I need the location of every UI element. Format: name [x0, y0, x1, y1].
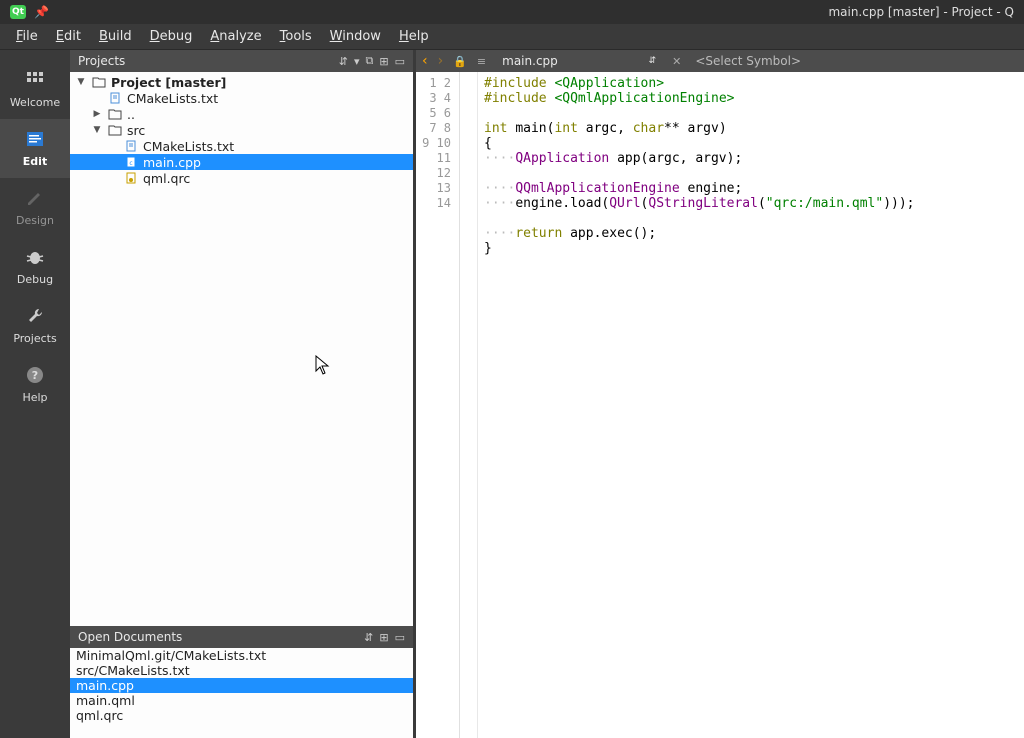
tree-src[interactable]: ▼ src: [70, 122, 413, 138]
nav-forward-icon[interactable]: ›: [436, 53, 446, 69]
lock-icon[interactable]: 🔒: [451, 55, 469, 68]
menu-edit[interactable]: Edit: [48, 25, 89, 48]
menubar: File Edit Build Debug Analyze Tools Wind…: [0, 24, 1024, 50]
link-icon[interactable]: ⧉: [366, 54, 374, 68]
collapse-icon[interactable]: ▭: [395, 631, 405, 644]
open-doc-item[interactable]: main.qml: [70, 693, 413, 708]
mode-debug[interactable]: Debug: [0, 237, 70, 296]
tree-cmake-src[interactable]: CMakeLists.txt: [70, 138, 413, 154]
editor-toolbar: ‹ › 🔒 ≡ main.cpp ⇵ ✕ <Select Symbol>: [416, 50, 1024, 72]
code-editor[interactable]: 1 2 3 4 5 6 7 8 9 10 11 12 13 14 #includ…: [416, 72, 1024, 738]
svg-text:?: ?: [32, 369, 38, 382]
cpp-file-icon: c: [123, 155, 139, 169]
open-docs-header: Open Documents ⇵ ⊞ ▭: [70, 626, 413, 648]
project-tree[interactable]: ▼ Project [master] CMakeLists.txt ▶ .. ▼…: [70, 72, 413, 626]
open-doc-item[interactable]: MinimalQml.git/CMakeLists.txt: [70, 648, 413, 663]
grid-icon: [23, 68, 47, 92]
open-documents-list[interactable]: MinimalQml.git/CMakeLists.txt src/CMakeL…: [70, 648, 413, 738]
svg-text:c: c: [129, 160, 132, 167]
tree-cmake-root[interactable]: CMakeLists.txt: [70, 90, 413, 106]
line-gutter: 1 2 3 4 5 6 7 8 9 10 11 12 13 14: [416, 72, 460, 738]
open-docs-title: Open Documents: [78, 630, 182, 644]
edit-icon: [23, 127, 47, 151]
menu-build[interactable]: Build: [91, 25, 140, 48]
qt-logo-icon: Qt: [10, 5, 26, 19]
filter-icon[interactable]: ▾: [354, 55, 360, 68]
chevron-down-icon[interactable]: ▼: [75, 77, 87, 87]
titlebar: Qt 📌 main.cpp [master] - Project - Q: [0, 0, 1024, 24]
pin-icon[interactable]: 📌: [34, 5, 49, 19]
split-icon[interactable]: ⊞: [379, 631, 388, 644]
folder-icon: [107, 123, 123, 137]
editor-area: ‹ › 🔒 ≡ main.cpp ⇵ ✕ <Select Symbol> 1 2…: [416, 50, 1024, 738]
sort-icon[interactable]: ⇵: [364, 631, 373, 644]
tree-qml-qrc[interactable]: qml.qrc: [70, 170, 413, 186]
folder-icon: [107, 107, 123, 121]
chevron-right-icon[interactable]: ▶: [91, 109, 103, 119]
file-icon: [123, 139, 139, 153]
menu-analyze[interactable]: Analyze: [202, 25, 269, 48]
help-icon: ?: [23, 363, 47, 387]
collapse-icon[interactable]: ▭: [395, 55, 405, 68]
mode-design[interactable]: Design: [0, 178, 70, 237]
window-title: main.cpp [master] - Project - Q: [828, 5, 1014, 19]
side-panel: Projects ⇵ ▾ ⧉ ⊞ ▭ ▼ Project [master] CM…: [70, 50, 416, 738]
tree-project-root[interactable]: ▼ Project [master]: [70, 74, 413, 90]
mode-projects[interactable]: Projects: [0, 296, 70, 355]
open-doc-item[interactable]: qml.qrc: [70, 708, 413, 723]
tree-dotdot[interactable]: ▶ ..: [70, 106, 413, 122]
menu-tools[interactable]: Tools: [272, 25, 320, 48]
bug-icon: [23, 245, 47, 269]
mode-welcome[interactable]: Welcome: [0, 60, 70, 119]
code-content[interactable]: #include <QApplication> #include <QQmlAp…: [478, 72, 1024, 738]
fold-gutter[interactable]: [460, 72, 478, 738]
file-selector[interactable]: main.cpp ⇵: [494, 54, 664, 68]
bars-icon[interactable]: ≡: [475, 55, 488, 68]
tree-main-cpp[interactable]: c main.cpp: [70, 154, 413, 170]
qrc-file-icon: [123, 171, 139, 185]
chevron-down-icon[interactable]: ▼: [91, 125, 103, 135]
open-doc-item[interactable]: main.cpp: [70, 678, 413, 693]
file-icon: [107, 91, 123, 105]
pencil-icon: [23, 186, 47, 210]
sort-icon[interactable]: ⇵: [339, 55, 348, 68]
menu-window[interactable]: Window: [322, 25, 389, 48]
close-file-icon[interactable]: ✕: [670, 55, 683, 68]
folder-icon: [91, 75, 107, 89]
nav-back-icon[interactable]: ‹: [420, 53, 430, 69]
open-doc-item[interactable]: src/CMakeLists.txt: [70, 663, 413, 678]
mode-help[interactable]: ? Help: [0, 355, 70, 414]
menu-debug[interactable]: Debug: [142, 25, 201, 48]
menu-help[interactable]: Help: [391, 25, 437, 48]
symbol-selector[interactable]: <Select Symbol>: [689, 54, 1020, 68]
dropdown-icon: ⇵: [649, 56, 657, 66]
projects-panel-header: Projects ⇵ ▾ ⧉ ⊞ ▭: [70, 50, 413, 72]
mode-edit[interactable]: Edit: [0, 119, 70, 178]
mode-sidebar: Welcome Edit Design Debug Projects: [0, 50, 70, 738]
wrench-icon: [23, 304, 47, 328]
split-icon[interactable]: ⊞: [379, 55, 388, 68]
menu-file[interactable]: File: [8, 25, 46, 48]
projects-panel-title: Projects: [78, 54, 125, 68]
